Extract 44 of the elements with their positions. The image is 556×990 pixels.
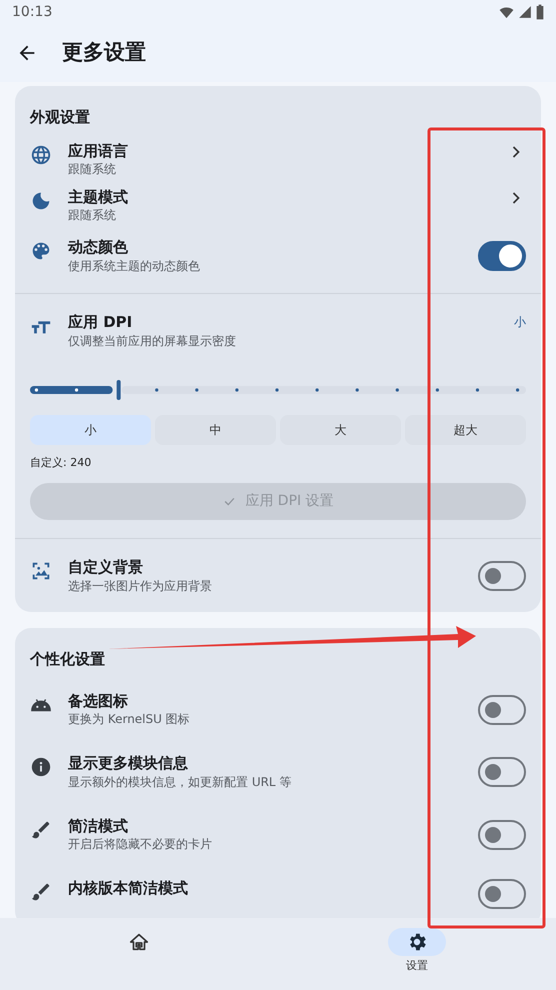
setting-description: 跟随系统 — [68, 207, 117, 224]
section-title: 个性化设置 — [28, 649, 106, 670]
slider[interactable] — [30, 380, 526, 399]
toggle-switch[interactable] — [478, 878, 526, 909]
battery-icon — [536, 4, 544, 20]
dpi-preset-button[interactable]: 中 — [155, 414, 276, 445]
toggle-switch[interactable] — [478, 241, 526, 272]
setting-title: 显示更多模块信息 — [68, 754, 189, 774]
dpi-preset-button[interactable]: 超大 — [405, 414, 526, 445]
status-time: 10:13 — [12, 2, 52, 22]
setting-description: 更换为 KernelSU 图标 — [68, 711, 191, 728]
setting-title: 备选图标 — [68, 692, 129, 712]
brush-icon — [30, 880, 52, 903]
toggle-switch[interactable] — [478, 757, 526, 788]
setting-title: 简洁模式 — [68, 816, 129, 836]
setting-description: 开启后将隐藏不必要的卡片 — [68, 836, 213, 853]
wifi-icon — [499, 4, 514, 20]
page-title: 更多设置 — [62, 39, 146, 66]
info-icon — [30, 756, 52, 778]
setting-title: 应用 DPI — [68, 313, 134, 333]
slider-thumb[interactable] — [116, 380, 121, 400]
setting-title: 内核版本简洁模式 — [68, 878, 189, 898]
signal-icon — [518, 5, 532, 19]
toggle-switch[interactable] — [478, 695, 526, 726]
image-frame-icon — [30, 560, 52, 582]
setting-description: 显示额外的模块信息，如更新配置 URL 等 — [68, 774, 292, 791]
globe-icon — [30, 144, 52, 166]
setting-title: 自定义背景 — [68, 558, 144, 578]
setting-title: 主题模式 — [68, 188, 129, 208]
brush-icon — [30, 818, 52, 841]
setting-description: 仅调整当前应用的屏幕显示密度 — [68, 332, 237, 350]
toggle-switch[interactable] — [478, 561, 526, 592]
dpi-value: 小 — [514, 314, 526, 332]
setting-description: 跟随系统 — [68, 161, 117, 178]
section-title: 外观设置 — [28, 107, 91, 128]
setting-description: 选择一张图片作为应用背景 — [68, 578, 213, 594]
custom-dpi-label: 自定义: 240 — [29, 454, 92, 471]
dpi-preset-button[interactable]: 小 — [30, 414, 151, 445]
toggle-switch[interactable] — [478, 820, 526, 850]
setting-title: 应用语言 — [68, 142, 129, 161]
home-icon — [128, 931, 150, 953]
setting-title: 动态颜色 — [68, 238, 129, 258]
dpi-preset-button[interactable]: 大 — [280, 414, 401, 445]
setting-description: 使用系统主题的动态颜色 — [68, 258, 201, 274]
